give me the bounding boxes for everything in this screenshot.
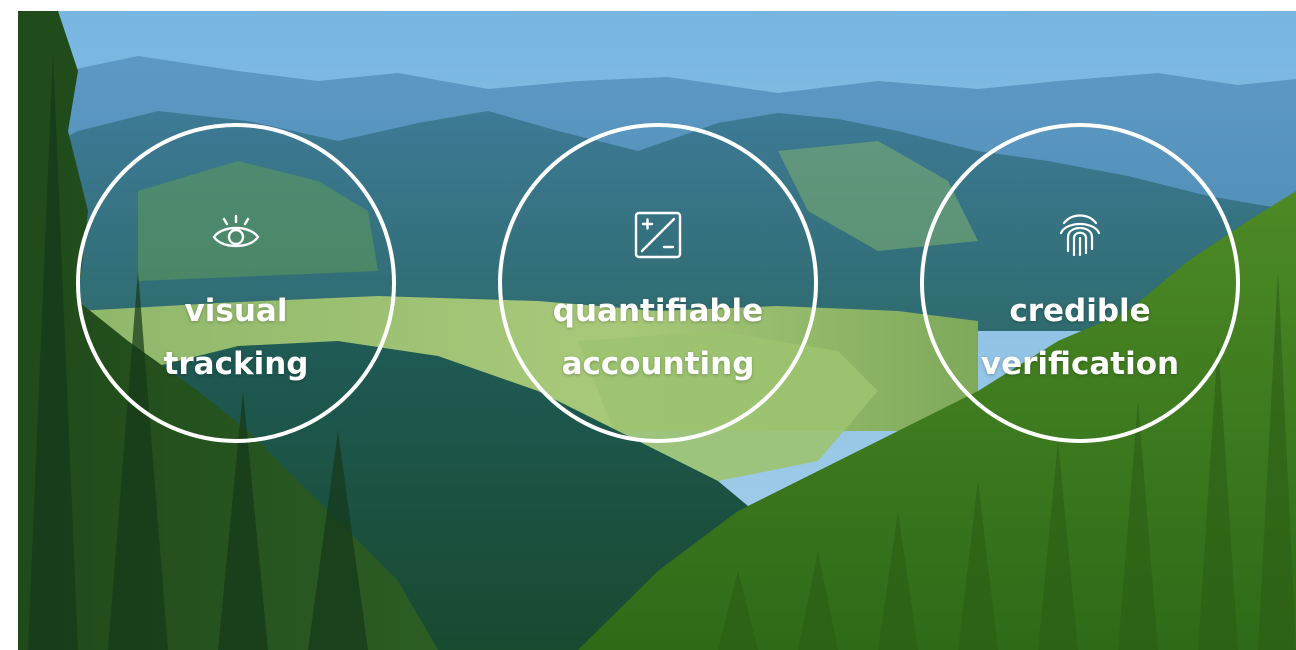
feature-label-line1: quantifiable <box>552 293 764 329</box>
feature-label: visual tracking <box>80 285 392 391</box>
feature-label: quantifiable accounting <box>502 285 814 391</box>
feature-label-line2: tracking <box>163 346 309 382</box>
feature-quantifiable-accounting[interactable]: quantifiable accounting <box>498 123 818 443</box>
feature-label-line1: visual <box>184 293 288 329</box>
feature-label-line2: verification <box>980 346 1180 382</box>
feature-label: credible verification <box>924 285 1236 391</box>
hero-banner: visual tracking quantifiable accounting <box>18 11 1296 650</box>
feature-label-line2: accounting <box>561 346 755 382</box>
feature-visual-tracking[interactable]: visual tracking <box>76 123 396 443</box>
eye-icon <box>208 207 264 263</box>
fingerprint-icon <box>1052 207 1108 263</box>
plus-minus-icon <box>630 207 686 263</box>
feature-label-line1: credible <box>1009 293 1151 329</box>
feature-credible-verification[interactable]: credible verification <box>920 123 1240 443</box>
